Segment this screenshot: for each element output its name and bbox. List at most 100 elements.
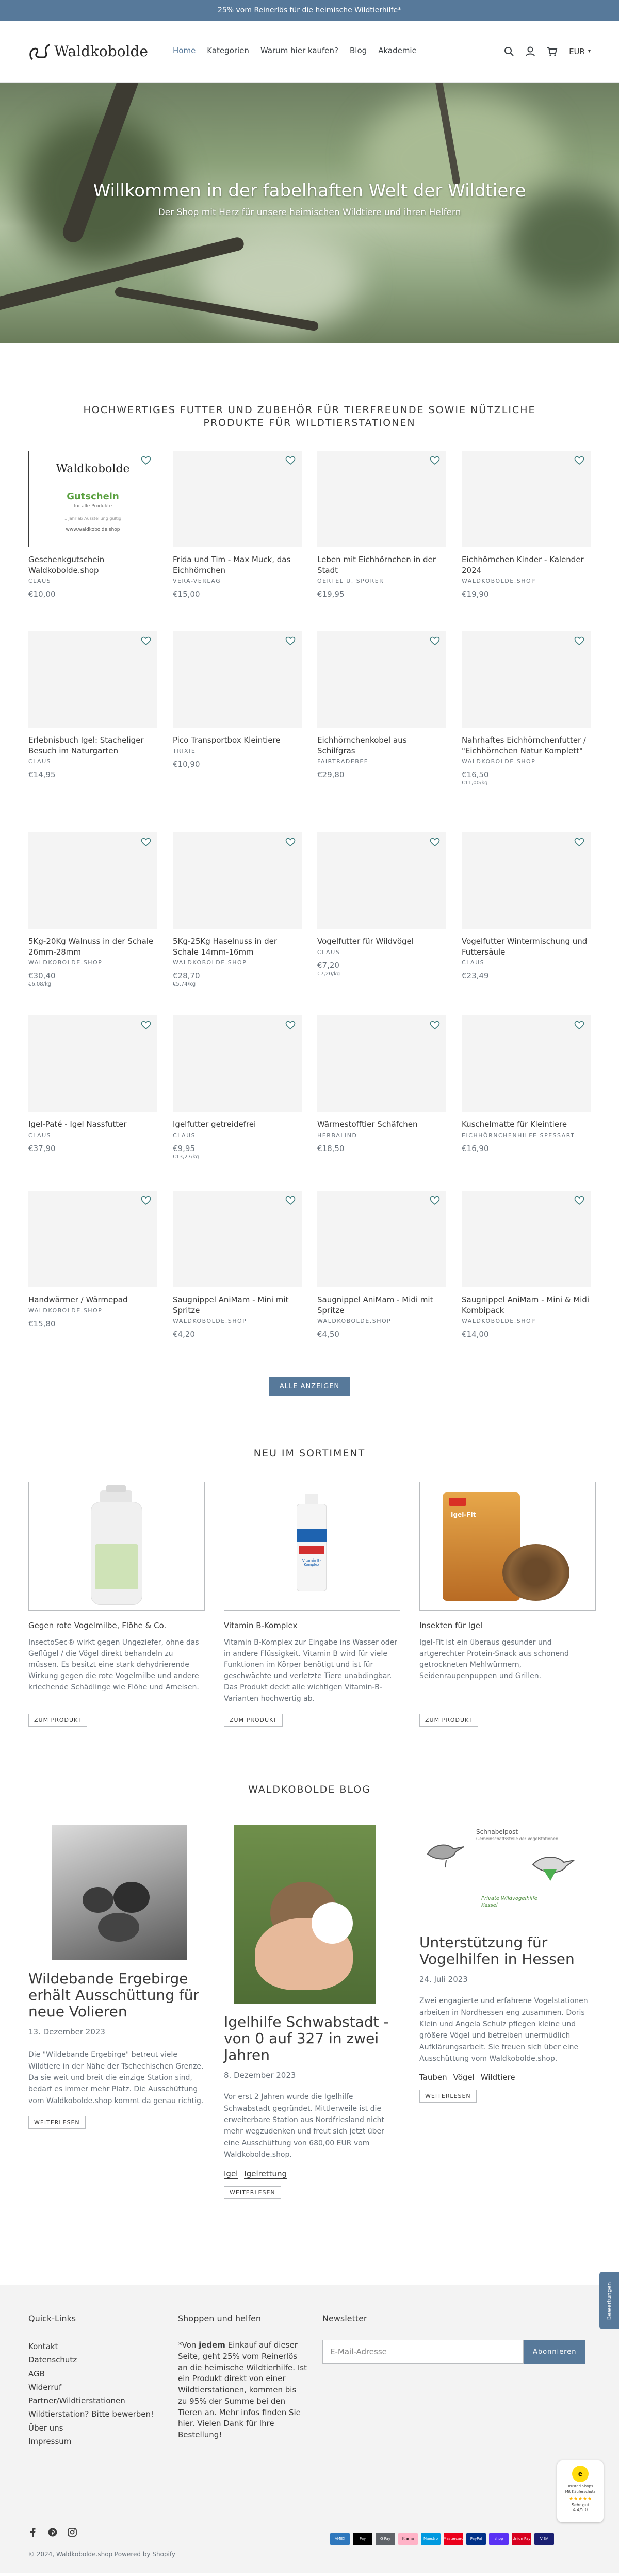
wishlist-heart-icon[interactable] (285, 456, 296, 465)
blog-tag[interactable]: Igel (224, 2169, 238, 2179)
product-title[interactable]: Igel-Paté - Igel Nassfutter (28, 1119, 157, 1129)
search-icon[interactable] (504, 46, 514, 57)
wishlist-heart-icon[interactable] (430, 636, 440, 646)
wishlist-heart-icon[interactable] (574, 1021, 584, 1030)
product-title[interactable]: Saugnippel AniMam - Mini mit Spritze (173, 1294, 302, 1316)
product-card[interactable]: Vogelfutter für Wildvögel CLAUS €7,20 €7,20… (317, 832, 446, 1015)
footer-link[interactable]: Datenschutz (28, 2353, 178, 2367)
product-card[interactable]: Handwärmer / Wärmepad WALDKOBOLDE.SHOP €15… (28, 1191, 157, 1356)
product-title[interactable]: Saugnippel AniMam - Mini & Midi Kombipac… (462, 1294, 591, 1316)
cart-icon[interactable] (546, 46, 558, 57)
facebook-icon[interactable] (28, 2528, 38, 2539)
blog-post-title[interactable]: Unterstützung für Vogelhilfen in Hessen (419, 1934, 596, 1967)
show-all-button[interactable]: Alle anzeigen (269, 1377, 350, 1396)
product-card[interactable]: Saugnippel AniMam - Midi mit Spritze WALD… (317, 1191, 446, 1356)
new-product-card[interactable]: Vitamin B-Komplex Vitamin B-Komplex Vita… (224, 1482, 400, 1727)
product-title[interactable]: Pico Transportbox Kleintiere (173, 735, 302, 745)
product-title[interactable]: Vogelfutter für Wildvögel (317, 936, 446, 946)
product-title[interactable]: 5Kg-25Kg Haselnuss in der Schale 14mm-16… (173, 936, 302, 957)
to-product-button[interactable]: Zum Produkt (224, 1714, 283, 1727)
subscribe-button[interactable]: Abonnieren (524, 2340, 586, 2364)
new-product-card[interactable]: Gegen rote Vogelmilbe, Flöhe & Co. Insec… (28, 1482, 205, 1727)
footer-link[interactable]: Widerruf (28, 2381, 178, 2394)
blog-post-title[interactable]: Wildebande Ergebirge erhält Ausschüttung… (28, 1970, 205, 2021)
logo[interactable]: Waldkobolde (28, 42, 152, 61)
product-card[interactable]: Saugnippel AniMam - Mini & Midi Kombipac… (462, 1191, 591, 1356)
product-title[interactable]: Eichhörnchenkobel aus Schilfgras (317, 735, 446, 756)
footer-link[interactable]: Wildtierstation? Bitte bewerben! (28, 2407, 178, 2421)
to-product-button[interactable]: Zum Produkt (28, 1714, 88, 1727)
product-title[interactable]: Handwärmer / Wärmepad (28, 1294, 157, 1305)
wishlist-heart-icon[interactable] (574, 456, 584, 465)
product-card[interactable]: Igelfutter getreidefrei CLAUS €9,95 €13,27/… (173, 1015, 302, 1191)
wishlist-heart-icon[interactable] (285, 636, 296, 646)
product-title[interactable]: Vogelfutter Wintermischung und Futtersäu… (462, 936, 591, 957)
wishlist-heart-icon[interactable] (574, 838, 584, 847)
to-product-button[interactable]: Zum Produkt (419, 1714, 479, 1727)
wishlist-heart-icon[interactable] (141, 838, 151, 847)
product-title[interactable]: Nahrhaftes Eichhörnchenfutter / "Eichhör… (462, 735, 591, 756)
product-card[interactable]: 5Kg-25Kg Haselnuss in der Schale 14mm-16… (173, 832, 302, 1015)
footer-link[interactable]: AGB (28, 2367, 178, 2381)
product-card[interactable]: Frida und Tim - Max Muck, das Eichhörnch… (173, 451, 302, 631)
wishlist-heart-icon[interactable] (574, 1196, 584, 1205)
nav-home[interactable]: Home (173, 46, 196, 57)
product-card[interactable]: Nahrhaftes Eichhörnchenfutter / "Eichhör… (462, 631, 591, 832)
instagram-icon[interactable] (68, 2528, 77, 2539)
account-icon[interactable] (526, 46, 535, 57)
read-more-button[interactable]: Weiterlesen (28, 2116, 86, 2129)
product-card[interactable]: Kuschelmatte für Kleintiere EICHHÖRNCHENH… (462, 1015, 591, 1191)
footer-link[interactable]: Partner/Wildtierstationen (28, 2394, 178, 2407)
wishlist-heart-icon[interactable] (430, 838, 440, 847)
read-more-button[interactable]: Weiterlesen (224, 2186, 281, 2199)
product-card[interactable]: Pico Transportbox Kleintiere TRIXIE €10,90 (173, 631, 302, 832)
blog-tag[interactable]: Tauben (419, 2073, 447, 2083)
product-title[interactable]: Erlebnisbuch Igel: Stacheliger Besuch im… (28, 735, 157, 756)
email-input[interactable]: E-Mail-Adresse (322, 2340, 524, 2364)
wishlist-heart-icon[interactable] (141, 636, 151, 646)
product-card[interactable]: Igel-Paté - Igel Nassfutter CLAUS €37,90 (28, 1015, 157, 1191)
new-product-card[interactable]: Igel-Fit Insekten für Igel Igel-Fit ist … (419, 1482, 596, 1727)
blog-post-title[interactable]: Igelhilfe Schwabstadt - von 0 auf 327 in… (224, 2013, 400, 2064)
product-title[interactable]: Eichhörnchen Kinder - Kalender 2024 (462, 554, 591, 576)
wishlist-heart-icon[interactable] (285, 1196, 296, 1205)
product-card[interactable]: 5Kg-20Kg Walnuss in der Schale 26mm-28mm… (28, 832, 157, 1015)
wishlist-heart-icon[interactable] (285, 838, 296, 847)
blog-tag[interactable]: Wildtiere (480, 2073, 515, 2083)
footer-link[interactable]: Kontakt (28, 2340, 178, 2353)
nav-kategorien[interactable]: Kategorien (207, 46, 249, 57)
blog-post-card[interactable]: Schnabelpost Gemeinschaftsstelle der Vog… (419, 1825, 596, 2199)
product-card[interactable]: Erlebnisbuch Igel: Stacheliger Besuch im… (28, 631, 157, 832)
trusted-shops-badge[interactable]: e Trusted Shops Mit Käuferschutz ★★★★★ S… (557, 2460, 604, 2522)
product-title[interactable]: Frida und Tim - Max Muck, das Eichhörnch… (173, 554, 302, 576)
product-card[interactable]: Eichhörnchenkobel aus Schilfgras FAIRTRAD… (317, 631, 446, 832)
wishlist-heart-icon[interactable] (141, 1196, 151, 1205)
product-card[interactable]: Waldkobolde Gutschein für alle Produkte 1 J… (28, 451, 157, 631)
blog-post-card[interactable]: Igelhilfe Schwabstadt - von 0 auf 327 in… (224, 1825, 400, 2199)
product-title[interactable]: Geschenkgutschein Waldkobolde.shop (28, 554, 157, 576)
product-title[interactable]: Wärmestofftier Schäfchen (317, 1119, 446, 1129)
product-title[interactable]: Saugnippel AniMam - Midi mit Spritze (317, 1294, 446, 1316)
product-card[interactable]: Eichhörnchen Kinder - Kalender 2024 WALDK… (462, 451, 591, 631)
nav-blog[interactable]: Blog (350, 46, 367, 57)
product-title[interactable]: Igelfutter getreidefrei (173, 1119, 302, 1129)
wishlist-heart-icon[interactable] (141, 1021, 151, 1030)
pinterest-icon[interactable] (48, 2528, 57, 2539)
product-card[interactable]: Vogelfutter Wintermischung und Futtersäu… (462, 832, 591, 1015)
footer-link[interactable]: Impressum (28, 2435, 178, 2448)
currency-select[interactable]: EUR ▾ (569, 47, 591, 56)
wishlist-heart-icon[interactable] (430, 1021, 440, 1030)
blog-tag[interactable]: Igelrettung (244, 2169, 287, 2179)
wishlist-heart-icon[interactable] (430, 1196, 440, 1205)
read-more-button[interactable]: Weiterlesen (419, 2090, 477, 2103)
wishlist-heart-icon[interactable] (574, 636, 584, 646)
product-title[interactable]: 5Kg-20Kg Walnuss in der Schale 26mm-28mm (28, 936, 157, 957)
product-title[interactable]: Kuschelmatte für Kleintiere (462, 1119, 591, 1129)
nav-akademie[interactable]: Akademie (378, 46, 417, 57)
nav-warum[interactable]: Warum hier kaufen? (260, 46, 338, 57)
product-card[interactable]: Leben mit Eichhörnchen in der Stadt OERTE… (317, 451, 446, 631)
blog-tag[interactable]: Vögel (453, 2073, 475, 2083)
blog-post-card[interactable]: Wildebande Ergebirge erhält Ausschüttung… (28, 1825, 205, 2199)
wishlist-heart-icon[interactable] (285, 1021, 296, 1030)
product-title[interactable]: Leben mit Eichhörnchen in der Stadt (317, 554, 446, 576)
